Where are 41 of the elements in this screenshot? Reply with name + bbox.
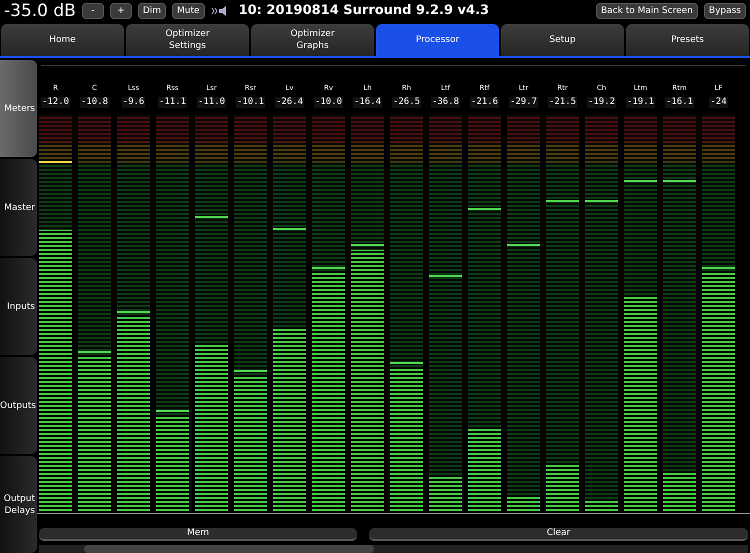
horizontal-scrollbar[interactable] xyxy=(39,545,748,553)
side-tab[interactable]: Inputs xyxy=(0,258,37,355)
volume-readout: -35.0 dB xyxy=(4,2,76,20)
level-reading: -21.5 xyxy=(548,97,578,108)
nav-tab[interactable]: Optimizer Graphs xyxy=(251,24,374,56)
level-reading: -10.0 xyxy=(314,97,344,108)
header-button[interactable]: Bypass xyxy=(704,3,746,19)
nav-tab[interactable]: Home xyxy=(1,24,124,56)
level-reading: -10.1 xyxy=(236,97,266,108)
action-button[interactable]: Mem xyxy=(39,528,357,541)
level-reading: -26.4 xyxy=(274,97,304,108)
side-tab[interactable]: Outputs xyxy=(0,357,37,454)
side-tab[interactable]: Output Delays xyxy=(0,456,37,553)
level-reading: -19.2 xyxy=(586,97,616,108)
level-reading: -36.8 xyxy=(430,97,460,108)
level-reading: -11.0 xyxy=(196,97,226,108)
level-reading: -16.1 xyxy=(664,97,694,108)
nav-tab[interactable]: Processor xyxy=(376,24,499,56)
header-button[interactable]: Mute xyxy=(172,3,205,19)
nav-tab[interactable]: Presets xyxy=(626,24,749,56)
side-tab[interactable]: Master xyxy=(0,159,37,256)
nav-tab[interactable]: Optimizer Settings xyxy=(126,24,249,56)
level-reading: -11.1 xyxy=(158,97,188,108)
speaker-icon xyxy=(210,6,229,16)
header-button[interactable]: - xyxy=(82,3,104,19)
nav-tab[interactable]: Setup xyxy=(501,24,624,56)
level-reading: -10.8 xyxy=(80,97,110,108)
header-button[interactable]: Back to Main Screen xyxy=(596,3,698,19)
level-reading: -21.6 xyxy=(470,97,500,108)
level-reading: -9.6 xyxy=(122,97,146,108)
level-reading: -26.5 xyxy=(392,97,422,108)
header-button[interactable]: Dim xyxy=(138,3,166,19)
level-reading: -16.4 xyxy=(352,97,382,108)
action-button[interactable]: Clear xyxy=(369,528,748,541)
level-reading: -24 xyxy=(709,97,728,108)
level-reading: -29.7 xyxy=(508,97,538,108)
preset-title: 10: 20190814 Surround 9.2.9 v4.3 xyxy=(238,2,490,20)
level-reading: -19.1 xyxy=(626,97,656,108)
level-reading: -12.0 xyxy=(40,97,70,108)
header-button[interactable]: + xyxy=(110,3,132,19)
side-tab[interactable]: Meters xyxy=(0,60,37,157)
